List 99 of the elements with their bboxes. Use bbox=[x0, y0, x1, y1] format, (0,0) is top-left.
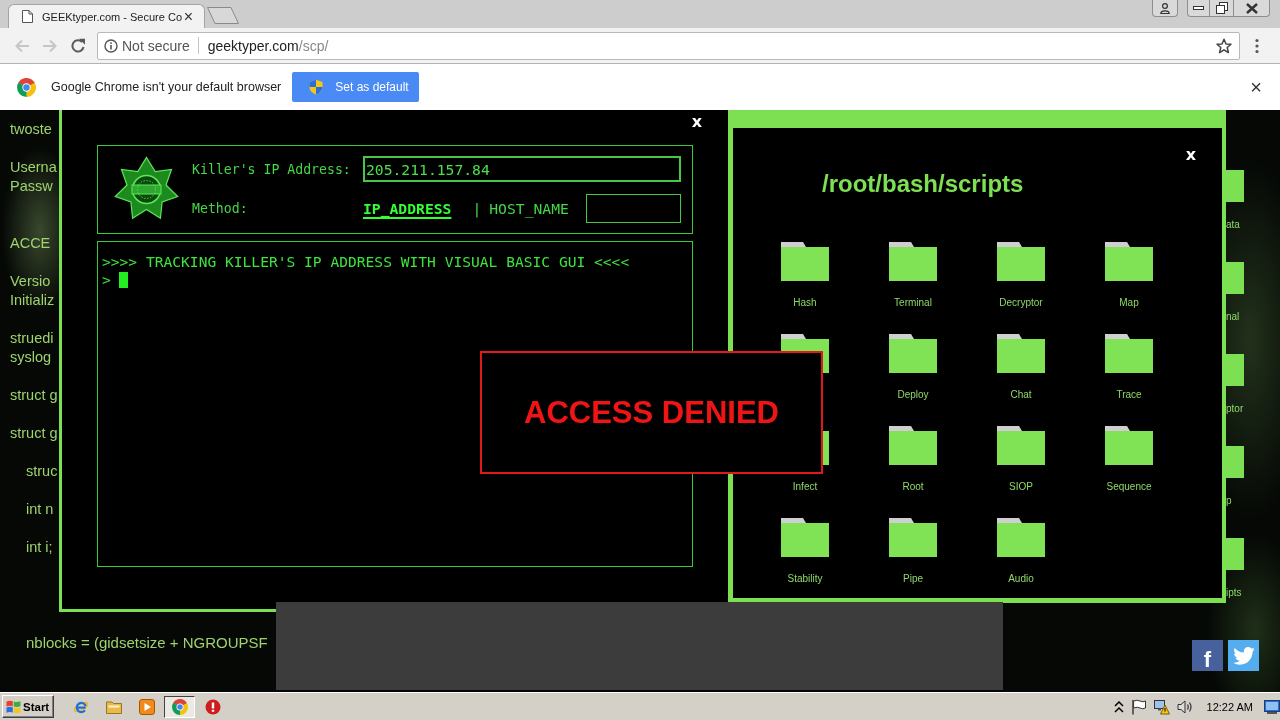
folder-label[interactable]: Sequence bbox=[1106, 480, 1152, 494]
close-button[interactable]: x bbox=[691, 112, 702, 132]
code-line: Passw bbox=[10, 177, 53, 196]
browser-tab[interactable]: GEEKtyper.com - Secure Co× bbox=[8, 4, 205, 28]
separator-text: | bbox=[472, 198, 482, 219]
code-line: nblocks = (gidsetsize + NGROUPSF bbox=[26, 633, 268, 652]
folder-label[interactable]: Decryptor bbox=[999, 296, 1043, 310]
windows-flag-icon bbox=[6, 699, 21, 714]
shield-icon bbox=[308, 79, 325, 95]
show-desktop-icon[interactable] bbox=[1264, 699, 1280, 714]
folder-icon bbox=[105, 698, 122, 715]
close-button[interactable]: x bbox=[1185, 145, 1196, 165]
error-dialog: ACCESS DENIED bbox=[480, 351, 823, 474]
window-close-button[interactable] bbox=[1233, 0, 1270, 17]
field-label: Killer's IP Address: bbox=[192, 161, 351, 177]
folder-icon[interactable] bbox=[781, 242, 829, 281]
chrome-logo-icon bbox=[171, 698, 188, 715]
folder-icon[interactable] bbox=[889, 426, 937, 465]
info-icon bbox=[104, 38, 118, 53]
infobar-close-button[interactable]: × bbox=[1250, 77, 1262, 97]
start-button[interactable]: Start bbox=[2, 695, 54, 718]
restore-button[interactable] bbox=[1210, 0, 1233, 17]
network-warning-icon[interactable] bbox=[1153, 698, 1170, 715]
url-text: geektyper.com/scp/ bbox=[207, 37, 329, 54]
bookmark-star-icon[interactable] bbox=[1216, 37, 1232, 54]
clock-text: 12:22 AM bbox=[1206, 700, 1253, 713]
address-bar[interactable]: Not secure geektyper.com/scp/ bbox=[97, 31, 1240, 60]
speaker-icon[interactable] bbox=[1176, 698, 1193, 715]
folder-label[interactable]: Stability bbox=[787, 572, 823, 586]
folder-label[interactable]: Terminal bbox=[894, 296, 932, 310]
reload-icon bbox=[70, 37, 86, 54]
back-arrow-icon bbox=[14, 37, 30, 54]
code-line: twoste bbox=[10, 120, 52, 139]
code-line: Initializ bbox=[10, 291, 55, 310]
folder-icon[interactable] bbox=[997, 334, 1045, 373]
folder-label[interactable]: Root bbox=[902, 480, 924, 494]
restore-icon bbox=[1215, 2, 1228, 14]
folder-icon[interactable] bbox=[997, 242, 1045, 281]
profile-button[interactable] bbox=[1152, 0, 1178, 17]
folder-label[interactable]: ipts bbox=[1226, 587, 1242, 599]
terminal-line: >>>> TRACKING KILLER'S IP ADDRESS WITH VISUAL BASIC GUI <<<< bbox=[102, 253, 630, 270]
code-line: struct g bbox=[10, 386, 58, 405]
close-icon bbox=[1245, 2, 1258, 14]
folder-label[interactable]: p bbox=[1226, 495, 1232, 507]
folder-icon[interactable] bbox=[889, 334, 937, 373]
folder-icon[interactable] bbox=[997, 518, 1045, 557]
field-label: Method: bbox=[192, 201, 248, 216]
folder-label[interactable]: Hash bbox=[793, 296, 817, 310]
share-button[interactable]: f bbox=[1192, 640, 1223, 671]
chevron-up-icon[interactable] bbox=[1113, 700, 1124, 713]
folder-label[interactable]: Pipe bbox=[903, 572, 923, 586]
window-title: /root/bash/scripts bbox=[822, 170, 1024, 198]
folder-label[interactable]: Map bbox=[1119, 296, 1139, 310]
method-option[interactable]: HOST_NAME bbox=[489, 198, 569, 219]
person-icon bbox=[1160, 2, 1170, 14]
folder-icon[interactable] bbox=[1105, 242, 1153, 281]
folder-label[interactable]: Audio bbox=[1008, 572, 1034, 586]
chrome-logo-icon bbox=[17, 77, 36, 97]
tab-close-button[interactable]: × bbox=[183, 8, 193, 25]
page-icon bbox=[22, 10, 33, 23]
code-line: int i; bbox=[26, 538, 53, 557]
code-line: struct g bbox=[10, 424, 58, 443]
code-line: struedi bbox=[10, 329, 54, 348]
flag-icon[interactable] bbox=[1130, 698, 1147, 715]
code-line: struc bbox=[26, 462, 58, 481]
method-option[interactable]: IP_ADDRESS bbox=[363, 198, 452, 219]
prompt-text: > bbox=[102, 271, 111, 289]
minimize-icon bbox=[1193, 6, 1204, 10]
folder-icon[interactable] bbox=[1105, 426, 1153, 465]
folder-icon[interactable] bbox=[781, 518, 829, 557]
folder-icon[interactable] bbox=[997, 426, 1045, 465]
menu-icon[interactable] bbox=[1255, 37, 1259, 54]
folder-icon[interactable] bbox=[889, 518, 937, 557]
folder-icon[interactable] bbox=[1105, 334, 1153, 373]
stop-icon bbox=[204, 698, 221, 715]
security-label: Not secure bbox=[122, 37, 190, 54]
ip-address-field[interactable]: 205.211.157.84 bbox=[363, 156, 681, 182]
folder-label[interactable]: ata bbox=[1226, 219, 1240, 231]
folder-label[interactable]: Chat bbox=[1010, 388, 1032, 402]
code-line: Versio bbox=[10, 272, 51, 291]
folder-label[interactable]: SIOP bbox=[1009, 480, 1033, 494]
code-line: syslog bbox=[10, 348, 52, 367]
code-line: Userna bbox=[10, 158, 57, 177]
taskbar-button[interactable] bbox=[164, 695, 195, 718]
host-name-field[interactable] bbox=[586, 194, 681, 223]
play-icon bbox=[138, 698, 155, 715]
folder-label[interactable]: nal bbox=[1226, 311, 1240, 323]
folder-label[interactable]: ptor bbox=[1226, 403, 1244, 415]
code-line: int n bbox=[26, 500, 54, 519]
reload-button[interactable] bbox=[70, 37, 86, 54]
folder-label[interactable]: Deploy bbox=[897, 388, 929, 402]
folder-icon[interactable] bbox=[889, 242, 937, 281]
minimize-button[interactable] bbox=[1187, 0, 1210, 17]
forward-arrow-icon bbox=[42, 37, 58, 54]
folder-label[interactable]: Trace bbox=[1116, 388, 1142, 402]
folder-label[interactable]: Infect bbox=[792, 480, 818, 494]
infobar-message: Google Chrome isn't your default browser bbox=[51, 80, 282, 94]
bird-icon bbox=[1232, 646, 1255, 665]
code-line: ACCE bbox=[10, 234, 51, 253]
